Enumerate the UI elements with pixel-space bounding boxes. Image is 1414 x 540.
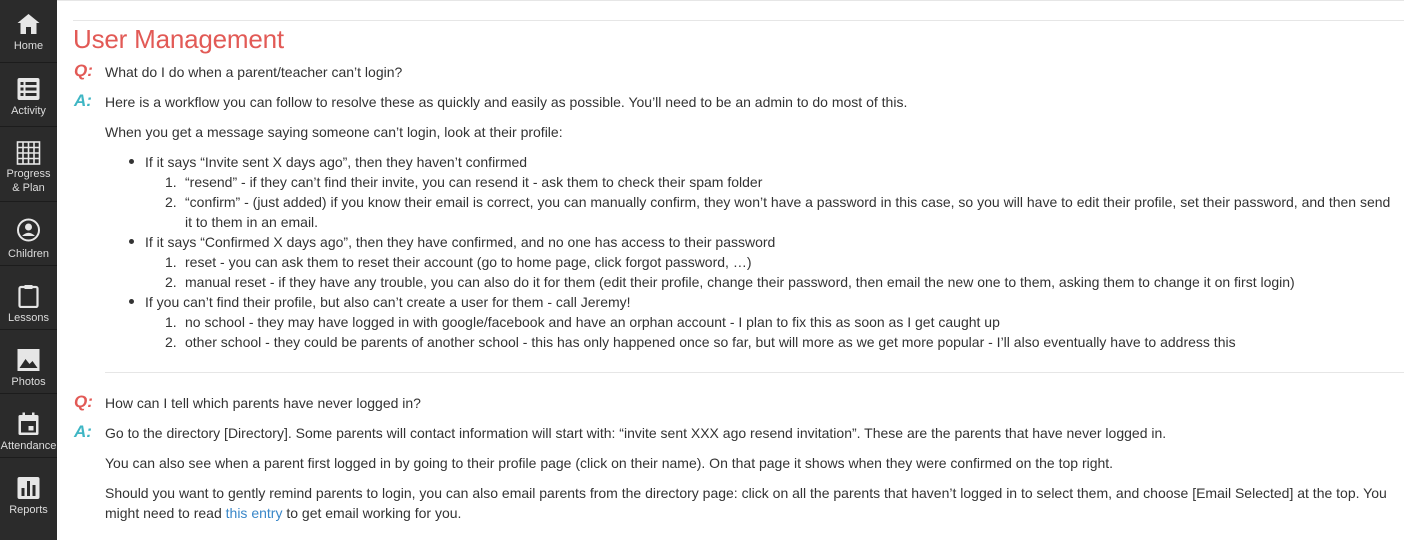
- answer-text: might need to read: [105, 505, 226, 521]
- section-title: User Management: [73, 24, 284, 54]
- nav-children-label: Children: [8, 248, 49, 260]
- calendar-icon: [18, 412, 39, 435]
- step-text: no school - they may have logged in with…: [185, 314, 1000, 330]
- step-text: manual reset - if they have any trouble,…: [185, 274, 1295, 290]
- step-number: 1.: [165, 254, 177, 270]
- question-text: How can I tell which parents have never …: [105, 395, 421, 411]
- answer-text: to get email working for you.: [282, 505, 462, 521]
- question-marker: Q:: [74, 392, 93, 411]
- nav-attendance-label: Attendance: [0, 440, 57, 452]
- step-text: “resend” - if they can’t find their invi…: [185, 174, 763, 190]
- answer-paragraph-continued: might need to read this entry to get ema…: [105, 503, 461, 523]
- step-text: “confirm” - (just added) if you know the…: [185, 194, 1391, 210]
- user-icon: [17, 218, 40, 242]
- nav-children[interactable]: Children: [0, 203, 57, 266]
- nav-reports[interactable]: Reports: [0, 459, 57, 522]
- list-icon: [17, 78, 40, 100]
- step-number: 2.: [165, 194, 177, 210]
- nav-activity-label: Activity: [11, 105, 46, 117]
- nav-home[interactable]: Home: [0, 0, 57, 63]
- step-number: 1.: [165, 174, 177, 190]
- clipboard-icon: [18, 285, 39, 308]
- grid-icon: [16, 141, 41, 165]
- step-text: reset - you can ask them to reset their …: [185, 254, 752, 270]
- nav-photos-label: Photos: [11, 376, 46, 388]
- question-marker: Q:: [74, 61, 93, 80]
- nav-progress-plan-label: Progress & Plan: [6, 168, 51, 194]
- nav-home-label: Home: [13, 40, 44, 52]
- answer-paragraph: Go to the directory [Directory]. Some pa…: [105, 425, 1167, 441]
- answer-marker: A:: [74, 422, 92, 441]
- nav-photos[interactable]: Photos: [0, 331, 57, 394]
- step-number: 2.: [165, 274, 177, 290]
- sidebar: Home Activity Progress & Plan Children L…: [0, 0, 57, 540]
- title-divider: [73, 20, 1404, 21]
- question-text: What do I do when a parent/teacher can’t…: [105, 64, 403, 80]
- bar-chart-icon: [17, 477, 40, 499]
- nav-attendance[interactable]: Attendance: [0, 395, 57, 458]
- answer-paragraph: Should you want to gently remind parents…: [105, 485, 1387, 501]
- list-item: If it says “Confirmed X days ago”, then …: [145, 234, 776, 250]
- answer-lead: When you get a message saying someone ca…: [105, 124, 563, 140]
- image-icon: [17, 349, 40, 371]
- list-item: If it says “Invite sent X days ago”, the…: [145, 154, 528, 170]
- step-text-continued: it to them in an email.: [185, 214, 319, 230]
- bullet-dot: [129, 239, 134, 244]
- answer-marker: A:: [74, 91, 92, 110]
- nav-reports-label: Reports: [9, 504, 48, 516]
- bullet-dot: [129, 159, 134, 164]
- bullet-dot: [129, 299, 134, 304]
- qa-divider: [105, 372, 1404, 373]
- this-entry-link[interactable]: this entry: [226, 505, 283, 521]
- top-divider: [57, 0, 1404, 1]
- step-text: other school - they could be parents of …: [185, 334, 1236, 350]
- home-icon: [17, 14, 40, 34]
- step-number: 2.: [165, 334, 177, 350]
- answer-paragraph: You can also see when a parent first log…: [105, 455, 1114, 471]
- nav-progress-plan[interactable]: Progress & Plan: [0, 128, 57, 202]
- list-item: If you can’t find their profile, but als…: [145, 294, 631, 310]
- nav-lessons[interactable]: Lessons: [0, 267, 57, 330]
- nav-lessons-label: Lessons: [8, 312, 49, 324]
- step-number: 1.: [165, 314, 177, 330]
- answer-intro: Here is a workflow you can follow to res…: [105, 94, 908, 110]
- nav-activity[interactable]: Activity: [0, 64, 57, 127]
